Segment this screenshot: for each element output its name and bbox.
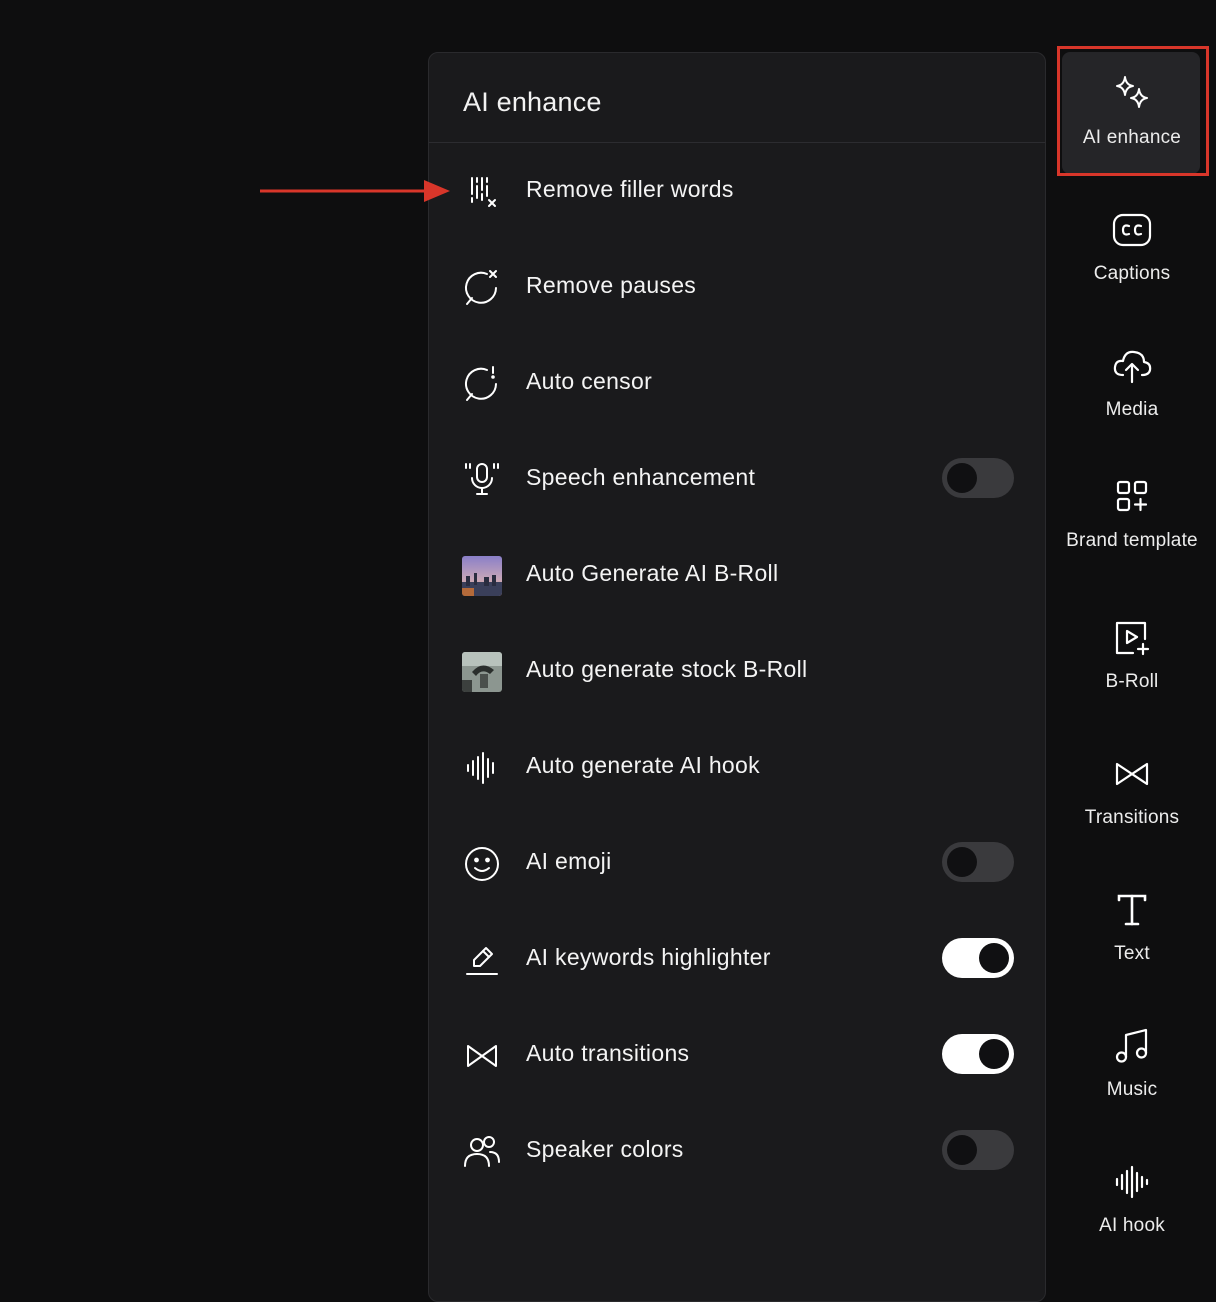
auto-censor-icon [461, 363, 503, 405]
auto-generate-stock-broll-item[interactable]: Auto generate stock B-Roll [429, 623, 1045, 719]
waveform-icon [461, 747, 503, 789]
city-thumbnail [461, 555, 503, 597]
toggle-knob [979, 1039, 1009, 1069]
remove-filler-words-item[interactable]: Remove filler words [429, 143, 1045, 239]
sidebar-label: Music [1106, 1079, 1158, 1100]
annotation-arrow [260, 180, 450, 202]
auto-transitions-item[interactable]: Auto transitions [429, 1007, 1045, 1103]
item-label: Speaker colors [526, 1136, 684, 1162]
auto-generate-ai-hook-item[interactable]: Auto generate AI hook [429, 719, 1045, 815]
sidebar-item-transitions[interactable]: Transitions [1056, 726, 1208, 862]
ai-keywords-highlighter-item[interactable]: AI keywords highlighter [429, 911, 1045, 1007]
sidebar-item-text[interactable]: Text [1056, 862, 1208, 998]
ai-emoji-toggle[interactable] [942, 842, 1014, 882]
sidebar-item-captions[interactable]: Captions [1056, 182, 1208, 318]
sidebar-label: Brand template [1066, 530, 1198, 551]
video-add-icon [1110, 616, 1154, 660]
ai-enhance-list: Remove filler words Remove pauses Auto c… [429, 143, 1045, 1199]
sparkles-icon [1110, 72, 1154, 116]
item-label: AI keywords highlighter [526, 944, 771, 970]
speaker-colors-item[interactable]: Speaker colors [429, 1103, 1045, 1199]
ai-enhance-panel: AI enhance Remove filler words Remove pa… [428, 52, 1046, 1302]
emoji-icon [461, 843, 503, 885]
item-label: Auto censor [526, 368, 653, 394]
sidebar-item-broll[interactable]: B-Roll [1056, 590, 1208, 726]
stock-thumbnail [461, 651, 503, 693]
item-label: AI emoji [526, 848, 612, 874]
panel-title: AI enhance [463, 87, 602, 117]
auto-transitions-toggle[interactable] [942, 1034, 1014, 1074]
sidebar-item-ai-enhance[interactable]: AI enhance [1056, 46, 1208, 182]
toggle-knob [947, 1135, 977, 1165]
transitions-icon [1110, 752, 1154, 796]
ai-keywords-highlighter-toggle[interactable] [942, 938, 1014, 978]
ai-emoji-item[interactable]: AI emoji [429, 815, 1045, 911]
sidebar-item-brand-template[interactable]: Brand template [1056, 454, 1208, 590]
waveform-icon [1110, 1160, 1154, 1204]
speech-enhancement-toggle[interactable] [942, 458, 1014, 498]
toggle-knob [947, 463, 977, 493]
sidebar-label: B-Roll [1105, 671, 1159, 692]
sidebar-item-ai-hook[interactable]: AI hook [1056, 1134, 1208, 1270]
sidebar-item-music[interactable]: Music [1056, 998, 1208, 1134]
microphone-icon [461, 459, 503, 501]
sidebar-label: AI hook [1099, 1215, 1165, 1236]
item-label: Auto transitions [526, 1040, 690, 1066]
toggle-knob [947, 847, 977, 877]
cloud-upload-icon [1110, 344, 1154, 388]
sidebar-item-media[interactable]: Media [1056, 318, 1208, 454]
item-label: Auto generate stock B-Roll [526, 656, 808, 682]
item-label: Auto Generate AI B-Roll [526, 560, 779, 586]
speech-enhancement-item[interactable]: Speech enhancement [429, 431, 1045, 527]
remove-pauses-icon [461, 267, 503, 309]
sidebar-label: Transitions [1084, 807, 1180, 828]
speakers-icon [461, 1131, 503, 1173]
sidebar-label: Text [1114, 943, 1150, 964]
highlighter-icon [461, 939, 503, 981]
remove-pauses-item[interactable]: Remove pauses [429, 239, 1045, 335]
item-label: Remove pauses [526, 272, 697, 298]
transitions-icon [461, 1035, 503, 1077]
sidebar-label: Media [1105, 399, 1159, 420]
music-note-icon [1110, 1024, 1154, 1068]
grid-plus-icon [1110, 474, 1154, 518]
tool-sidebar: AI enhance Captions Media Brand template… [1056, 46, 1208, 1270]
captions-icon [1110, 208, 1154, 252]
sidebar-label: Captions [1093, 263, 1171, 284]
text-icon [1110, 888, 1154, 932]
item-label: Speech enhancement [526, 464, 756, 490]
toggle-knob [979, 943, 1009, 973]
item-label: Remove filler words [526, 176, 734, 202]
item-label: Auto generate AI hook [526, 752, 760, 778]
auto-generate-ai-broll-item[interactable]: Auto Generate AI B-Roll [429, 527, 1045, 623]
auto-censor-item[interactable]: Auto censor [429, 335, 1045, 431]
filler-words-icon [461, 171, 503, 213]
sidebar-label: AI enhance [1082, 127, 1182, 148]
speaker-colors-toggle[interactable] [942, 1130, 1014, 1170]
